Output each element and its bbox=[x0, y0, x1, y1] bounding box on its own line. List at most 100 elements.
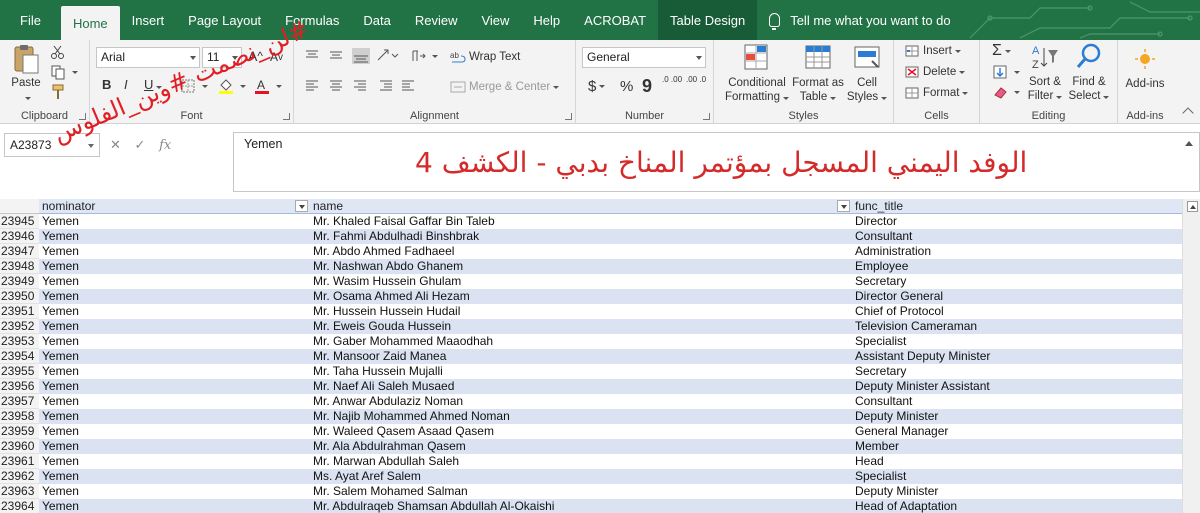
name-cell[interactable]: Mr. Abdo Ahmed Fadhaeel bbox=[310, 244, 852, 259]
name-cell[interactable]: Mr. Anwar Abdulaziz Noman bbox=[310, 394, 852, 409]
table-row[interactable]: 23956 Yemen Mr. Naef Ali Saleh Musaed Deput… bbox=[0, 379, 1182, 394]
func-title-cell[interactable]: Deputy Minister bbox=[852, 409, 1182, 424]
find-select-button[interactable]: Find & Select bbox=[1066, 42, 1112, 103]
row-number[interactable]: 23949 bbox=[0, 274, 39, 289]
name-cell[interactable]: Mr. Taha Hussein Mujalli bbox=[310, 364, 852, 379]
column-header-nominator[interactable]: nominator bbox=[39, 199, 310, 214]
table-row[interactable]: 23946 Yemen Mr. Fahmi Abdulhadi Binshbrak C… bbox=[0, 229, 1182, 244]
func-title-cell[interactable]: Assistant Deputy Minister bbox=[852, 349, 1182, 364]
scroll-up-icon[interactable] bbox=[1187, 201, 1198, 212]
tab-table-design[interactable]: Table Design bbox=[658, 0, 758, 40]
row-number[interactable]: 23955 bbox=[0, 364, 39, 379]
clear-button[interactable] bbox=[992, 84, 1020, 100]
name-cell[interactable]: Ms. Ayat Aref Salem bbox=[310, 469, 852, 484]
tab-review[interactable]: Review bbox=[403, 0, 470, 40]
table-row[interactable]: 23950 Yemen Mr. Osama Ahmed Ali Hezam Direc… bbox=[0, 289, 1182, 304]
row-number[interactable]: 23954 bbox=[0, 349, 39, 364]
name-cell[interactable]: Mr. Khaled Faisal Gaffar Bin Taleb bbox=[310, 214, 852, 229]
tab-view[interactable]: View bbox=[469, 0, 521, 40]
row-number[interactable]: 23951 bbox=[0, 304, 39, 319]
insert-cells-button[interactable]: Insert bbox=[904, 43, 961, 59]
row-number[interactable]: 23962 bbox=[0, 469, 39, 484]
nominator-cell[interactable]: Yemen bbox=[39, 379, 310, 394]
func-title-cell[interactable]: Director bbox=[852, 214, 1182, 229]
row-number[interactable]: 23952 bbox=[0, 319, 39, 334]
name-cell[interactable]: Mr. Mansoor Zaid Manea bbox=[310, 349, 852, 364]
nominator-cell[interactable]: Yemen bbox=[39, 229, 310, 244]
copy-button[interactable] bbox=[50, 64, 78, 80]
tab-home[interactable]: Home bbox=[60, 6, 120, 40]
paste-button[interactable]: Paste bbox=[8, 43, 44, 104]
table-row[interactable]: 23949 Yemen Mr. Wasim Hussein Ghulam Secret… bbox=[0, 274, 1182, 289]
tell-me-search[interactable]: Tell me what you want to do bbox=[757, 0, 951, 40]
row-number[interactable]: 23960 bbox=[0, 439, 39, 454]
nominator-cell[interactable]: Yemen bbox=[39, 259, 310, 274]
sort-filter-button[interactable]: AZ Sort & Filter bbox=[1024, 42, 1066, 103]
fill-button[interactable] bbox=[992, 64, 1020, 80]
tab-acrobat[interactable]: ACROBAT bbox=[572, 0, 658, 40]
filter-dropdown-icon[interactable] bbox=[295, 200, 308, 212]
func-title-cell[interactable]: Secretary bbox=[852, 364, 1182, 379]
row-number[interactable]: 23964 bbox=[0, 499, 39, 513]
row-number[interactable]: 23957 bbox=[0, 394, 39, 409]
bold-button[interactable]: B bbox=[102, 77, 111, 92]
table-row[interactable]: 23957 Yemen Mr. Anwar Abdulaziz Noman Consu… bbox=[0, 394, 1182, 409]
font-color-button[interactable]: A bbox=[254, 78, 282, 94]
font-launcher[interactable] bbox=[283, 113, 290, 120]
cell-styles-button[interactable]: Cell Styles bbox=[844, 43, 890, 104]
table-row[interactable]: 23955 Yemen Mr. Taha Hussein Mujalli Secret… bbox=[0, 364, 1182, 379]
tab-file[interactable]: File bbox=[0, 0, 61, 40]
column-header-func-title[interactable]: func_title bbox=[852, 199, 1182, 214]
func-title-cell[interactable]: Specialist bbox=[852, 469, 1182, 484]
number-launcher[interactable] bbox=[703, 113, 710, 120]
nominator-cell[interactable]: Yemen bbox=[39, 364, 310, 379]
nominator-cell[interactable]: Yemen bbox=[39, 244, 310, 259]
row-number[interactable]: 23948 bbox=[0, 259, 39, 274]
nominator-cell[interactable]: Yemen bbox=[39, 304, 310, 319]
collapse-formula-icon[interactable] bbox=[1185, 141, 1193, 146]
cut-button[interactable] bbox=[50, 44, 69, 60]
row-number[interactable]: 23946 bbox=[0, 229, 39, 244]
name-cell[interactable]: Mr. Hussein Hussein Hudail bbox=[310, 304, 852, 319]
tab-data[interactable]: Data bbox=[351, 0, 402, 40]
format-painter-button[interactable] bbox=[50, 84, 69, 100]
currency-button[interactable]: $ bbox=[588, 78, 606, 95]
func-title-cell[interactable]: Administration bbox=[852, 244, 1182, 259]
row-number[interactable]: 23961 bbox=[0, 454, 39, 469]
func-title-cell[interactable]: Television Cameraman bbox=[852, 319, 1182, 334]
nominator-cell[interactable]: Yemen bbox=[39, 289, 310, 304]
nominator-cell[interactable]: Yemen bbox=[39, 484, 310, 499]
format-as-table-button[interactable]: Format as Table bbox=[790, 43, 846, 104]
row-number[interactable]: 23956 bbox=[0, 379, 39, 394]
nominator-cell[interactable]: Yemen bbox=[39, 214, 310, 229]
table-row[interactable]: 23953 Yemen Mr. Gaber Mohammed Maaodhah Spe… bbox=[0, 334, 1182, 349]
alignment-launcher[interactable] bbox=[565, 113, 572, 120]
percent-button[interactable]: % bbox=[620, 78, 633, 95]
name-cell[interactable]: Mr. Naef Ali Saleh Musaed bbox=[310, 379, 852, 394]
collapse-ribbon-icon[interactable] bbox=[1182, 107, 1194, 119]
increase-decimal-button[interactable]: .0 .00 bbox=[662, 76, 686, 84]
vertical-align-icons[interactable] bbox=[304, 48, 424, 64]
nominator-cell[interactable]: Yemen bbox=[39, 424, 310, 439]
add-ins-button[interactable]: Add-ins bbox=[1120, 44, 1170, 91]
nominator-cell[interactable]: Yemen bbox=[39, 499, 310, 513]
func-title-cell[interactable]: General Manager bbox=[852, 424, 1182, 439]
table-row[interactable]: 23954 Yemen Mr. Mansoor Zaid Manea Assistan… bbox=[0, 349, 1182, 364]
table-row[interactable]: 23962 Yemen Ms. Ayat Aref Salem Specialist bbox=[0, 469, 1182, 484]
table-row[interactable]: 23952 Yemen Mr. Eweis Gouda Hussein Televis… bbox=[0, 319, 1182, 334]
row-number[interactable]: 23950 bbox=[0, 289, 39, 304]
func-title-cell[interactable]: Head of Adaptation bbox=[852, 499, 1182, 513]
tab-help[interactable]: Help bbox=[521, 0, 572, 40]
table-row[interactable]: 23960 Yemen Mr. Ala Abdulrahman Qasem Membe… bbox=[0, 439, 1182, 454]
text-direction-button[interactable] bbox=[410, 48, 438, 64]
func-title-cell[interactable]: Head bbox=[852, 454, 1182, 469]
name-cell[interactable]: Mr. Osama Ahmed Ali Hezam bbox=[310, 289, 852, 304]
table-row[interactable]: 23961 Yemen Mr. Marwan Abdullah Saleh Head bbox=[0, 454, 1182, 469]
row-number[interactable]: 23958 bbox=[0, 409, 39, 424]
func-title-cell[interactable]: Deputy Minister Assistant bbox=[852, 379, 1182, 394]
name-cell[interactable]: Mr. Gaber Mohammed Maaodhah bbox=[310, 334, 852, 349]
table-row[interactable]: 23963 Yemen Mr. Salem Mohamed Salman Deputy… bbox=[0, 484, 1182, 499]
row-number[interactable]: 23945 bbox=[0, 214, 39, 229]
name-cell[interactable]: Mr. Ala Abdulrahman Qasem bbox=[310, 439, 852, 454]
number-format-select[interactable]: General bbox=[582, 47, 706, 68]
